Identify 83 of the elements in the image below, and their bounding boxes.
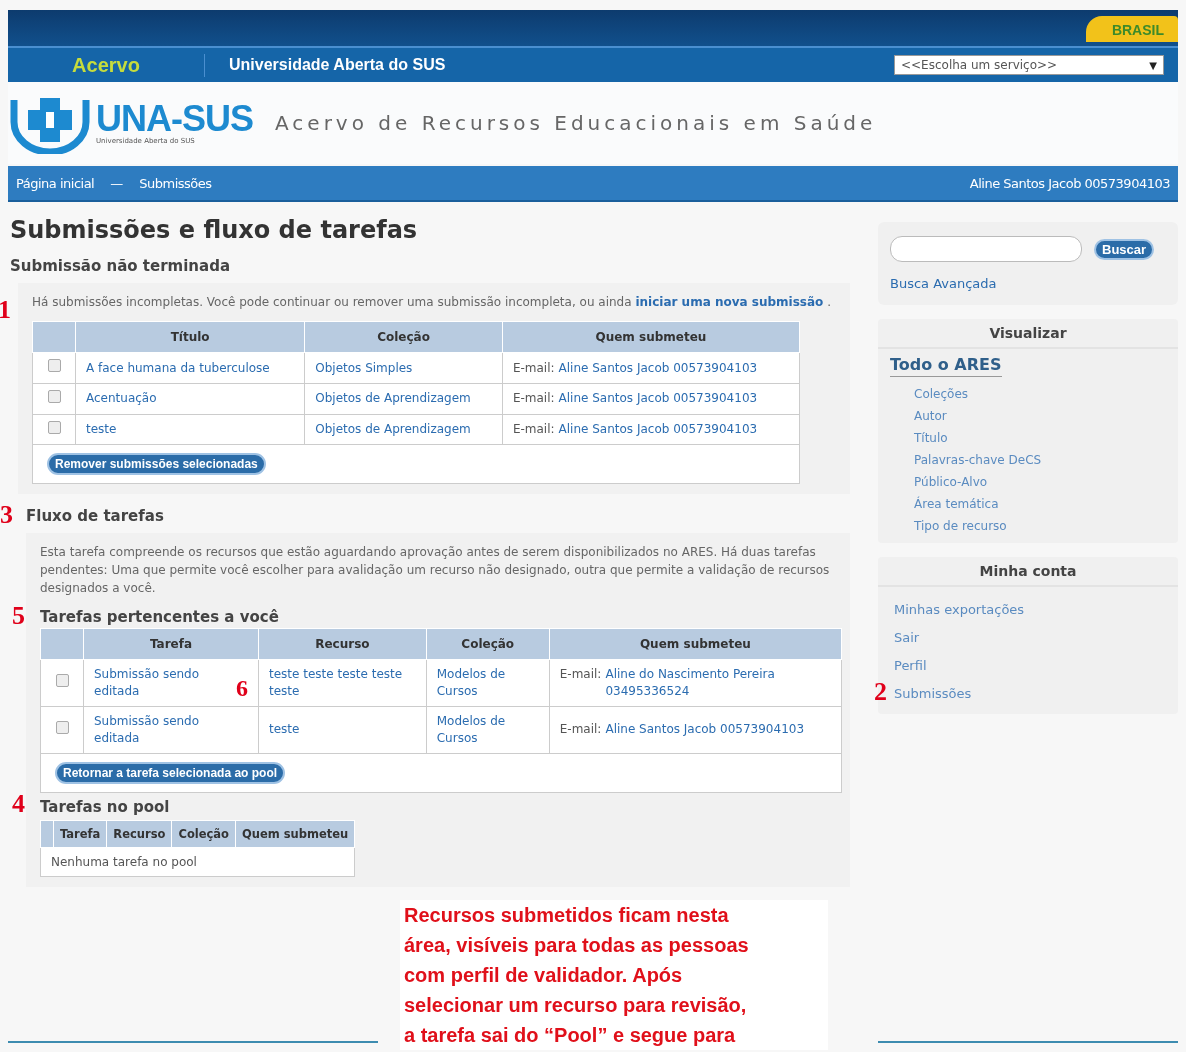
cell-link[interactable]: teste (268, 721, 300, 739)
checkbox[interactable] (55, 674, 69, 688)
annotation-number: 6 (235, 676, 248, 700)
breadcrumb-separator: — (110, 175, 124, 191)
cell-link[interactable]: Objetos de Aprendizagem (315, 421, 471, 438)
submitter-link[interactable]: Aline Santos Jacob 00573904103 (558, 421, 758, 438)
column-header: Coleção (171, 820, 236, 848)
annotation-number: 2 (874, 679, 887, 705)
email-label: E-mail: (512, 390, 555, 408)
breadcrumb-link[interactable]: Submissões (139, 175, 212, 191)
column-header: Tarefa (53, 820, 107, 848)
brand-label[interactable]: Acervo (8, 53, 205, 77)
cell-link[interactable]: Objetos de Aprendizagem (315, 390, 471, 408)
annotation-number: 3 (0, 502, 13, 529)
breadcrumb-link[interactable]: Página inicial (16, 175, 95, 191)
email-label: E-mail: (559, 721, 602, 739)
email-label: E-mail: (559, 666, 602, 684)
column-header: Quem submeteu (549, 628, 842, 660)
column-header: Quem submeteu (235, 820, 355, 848)
annotation-number: 4 (12, 790, 25, 817)
checkbox[interactable] (47, 420, 61, 434)
column-header: Recurso (258, 628, 427, 660)
column-header: Tarefa (83, 628, 259, 660)
service-select[interactable]: <<Escolha um serviço>> ▼ (894, 55, 1164, 75)
task-link[interactable]: Submissão sendo editada (94, 666, 232, 700)
cell-link[interactable]: teste teste teste teste teste (268, 666, 416, 700)
caret-icon: ▼ (1149, 59, 1157, 71)
browse-link[interactable]: Autor (914, 409, 1178, 423)
browse-link[interactable]: Palavras-chave DeCS (914, 453, 1178, 467)
remove-button[interactable]: Remover submissões selecionadas (47, 453, 266, 476)
browse-link[interactable]: Coleções (914, 387, 1178, 401)
section-heading: Tarefas no pool (40, 797, 170, 816)
annotation-text: Recursos submetidos ficam nesta área, visíveis para todas as pessoas com perfil de validador. Após selecionar um recurso para revisão, a tarefa sai do “Pool” e segue para (400, 900, 828, 1050)
task-link[interactable]: Submissão sendo editada (94, 713, 248, 747)
account-link[interactable]: Submissões (894, 686, 972, 701)
account-link[interactable]: Perfil (894, 658, 927, 673)
description-text: Esta tarefa compreende os recursos que estão aguardando aprovação antes de serem disponibilizados no ARES. Há duas tarefas pendentes: Uma que permite você escolher para avalidação um recurso não designado, outra que permite a validação de recursos designados a você. (40, 544, 831, 598)
annotation-number: 1 (0, 297, 11, 323)
search-field[interactable] (890, 236, 1082, 262)
cell-link[interactable]: Modelos de Cursos (436, 713, 539, 747)
column-header: Coleção (304, 321, 503, 353)
column-header: Coleção (426, 628, 550, 660)
email-label: E-mail: (512, 421, 555, 438)
browse-link[interactable]: Área temática (914, 497, 1178, 511)
annotation-number: 5 (12, 603, 25, 630)
new-submission-link[interactable]: iniciar uma nova submissão (635, 295, 824, 309)
empty-message: Nenhuma tarefa no pool (40, 847, 355, 877)
browse-link[interactable]: Tipo de recurso (914, 519, 1178, 533)
browse-link[interactable]: Título (914, 431, 1178, 445)
checkbox[interactable] (47, 359, 61, 372)
email-label: E-mail: (512, 359, 555, 377)
browse-link[interactable]: Público-Alvo (914, 475, 1178, 489)
panel-heading: Minha conta (878, 557, 1178, 587)
task-link[interactable]: Acentuação (86, 390, 157, 408)
checkbox[interactable] (47, 389, 61, 403)
section-heading: Fluxo de tarefas (26, 507, 164, 526)
site-name[interactable]: Universidade Aberta do SUS (205, 56, 894, 74)
column-header: Quem submeteu (502, 321, 800, 353)
search-button[interactable]: Buscar (1094, 238, 1155, 260)
panel-subheading[interactable]: Todo o ARES (890, 355, 1002, 377)
cell-link[interactable]: Modelos de Cursos (436, 666, 539, 700)
submitter-link[interactable]: Aline Santos Jacob 00573904103 (605, 721, 805, 739)
site-tagline: Acervo de Recursos Educacionais em Saúde (275, 111, 877, 135)
cell-link[interactable]: Objetos Simples (315, 359, 413, 377)
task-link[interactable]: teste (86, 421, 117, 438)
account-link[interactable]: Sair (894, 630, 920, 645)
section-heading: Tarefas pertencentes a você (40, 608, 279, 627)
submitter-link[interactable]: Aline Santos Jacob 00573904103 (558, 390, 758, 408)
checkbox[interactable] (55, 720, 69, 734)
advanced-search-link[interactable]: Busca Avançada (890, 276, 1166, 291)
submitter-link[interactable]: Aline Santos Jacob 00573904103 (558, 359, 758, 377)
account-link[interactable]: Minhas exportações (894, 602, 1025, 617)
column-header: Título (75, 321, 305, 353)
submitter-link[interactable]: Aline do Nascimento Pereira 03495336524 (605, 666, 831, 700)
task-link[interactable]: A face humana da tuberculose (86, 359, 270, 377)
user-name[interactable]: Aline Santos Jacob 00573904103 (969, 175, 1170, 191)
column-header: Recurso (106, 820, 172, 848)
intro-text: Há submissões incompletas. Você pode continuar ou remover uma submissão incompleta, ou ainda iniciar uma nova submissão . (32, 294, 832, 311)
section-heading: Submissão não terminada (10, 257, 230, 275)
return-to-pool-button[interactable]: Retornar a tarefa selecionada ao pool (55, 761, 286, 784)
page-title: Submissões e fluxo de tarefas (10, 216, 419, 244)
logo-text: UNA-SUS (96, 101, 253, 137)
panel-heading: Visualizar (878, 319, 1178, 349)
